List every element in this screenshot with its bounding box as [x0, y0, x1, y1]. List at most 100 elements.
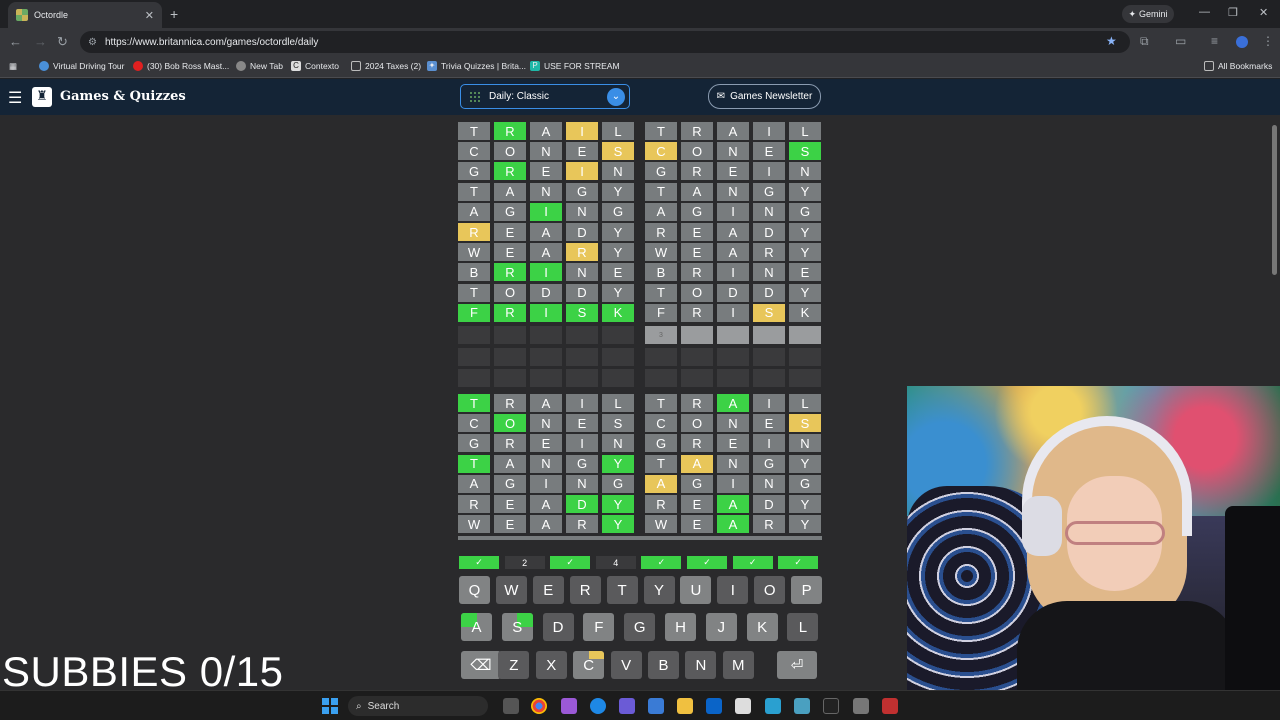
close-tab-icon[interactable]: ✕	[145, 9, 154, 22]
newsletter-button[interactable]: ✉ Games Newsletter	[708, 84, 821, 109]
extensions-icon[interactable]: ⧉	[1140, 34, 1149, 49]
bookmark-folder[interactable]: 2024 Taxes (2)	[351, 61, 421, 71]
forward-icon[interactable]: →	[34, 34, 47, 49]
app-icon[interactable]	[561, 698, 577, 714]
board-status-1[interactable]: ✓	[459, 556, 499, 569]
app-icon[interactable]	[648, 698, 664, 714]
edge-icon[interactable]	[590, 698, 606, 714]
key-h[interactable]: H	[665, 613, 696, 641]
app-icon[interactable]	[853, 698, 869, 714]
game-mode-select[interactable]: Daily: Classic ⌄	[460, 84, 630, 109]
board-1-tile: E	[494, 243, 526, 262]
cast-icon[interactable]: ▭	[1175, 34, 1186, 48]
board-status-8[interactable]: ✓	[778, 556, 819, 569]
bookmark-item[interactable]: C Contexto	[291, 61, 339, 71]
britannica-logo[interactable]: ♜	[32, 87, 52, 107]
menu-kebab-icon[interactable]: ⋮	[1262, 34, 1274, 48]
key-w[interactable]: W	[495, 576, 527, 604]
all-bookmarks-button[interactable]: All Bookmarks	[1204, 61, 1272, 71]
board-1-tile: D	[566, 223, 598, 241]
key-backspace[interactable]: ⌫	[461, 651, 501, 679]
board-1-tile: G	[566, 182, 598, 201]
board-1-tile: R	[494, 263, 526, 282]
app-icon[interactable]	[882, 698, 898, 714]
board-4-tile: T	[645, 454, 677, 473]
key-t[interactable]: T	[606, 576, 638, 604]
profile-avatar[interactable]	[1236, 36, 1248, 48]
key-enter[interactable]: ⏎	[777, 651, 817, 679]
task-view-icon[interactable]	[503, 698, 519, 714]
board-status-7[interactable]: ✓	[732, 556, 773, 569]
key-b[interactable]: B	[648, 651, 679, 679]
minimize-icon[interactable]: —	[1199, 6, 1210, 18]
browser-tab[interactable]: Octordle ✕	[8, 2, 162, 28]
key-a[interactable]: A	[461, 613, 492, 641]
app-icon[interactable]	[765, 698, 781, 714]
site-info-icon[interactable]: ⚙	[88, 37, 97, 48]
bookmark-item[interactable]: (30) Bob Ross Mast...	[133, 61, 229, 71]
key-i[interactable]: I	[717, 576, 749, 604]
reload-icon[interactable]: ↻	[57, 34, 68, 50]
board-status-2[interactable]: 2	[504, 556, 545, 569]
close-window-icon[interactable]: ✕	[1259, 6, 1268, 19]
apps-icon[interactable]: ▦	[9, 61, 17, 72]
key-j[interactable]: J	[705, 613, 737, 641]
key-y[interactable]: Y	[643, 576, 675, 604]
board-1-tile: A	[458, 202, 490, 221]
outlook-icon[interactable]	[706, 698, 722, 714]
key-g[interactable]: G	[624, 613, 656, 641]
shirt	[1017, 601, 1237, 690]
key-u[interactable]: U	[680, 576, 712, 604]
bookmark-item[interactable]: New Tab	[236, 61, 283, 71]
new-tab-button[interactable]: +	[170, 6, 178, 22]
bookmark-item[interactable]: ✦ Trivia Quizzes | Brita...	[427, 61, 526, 71]
browser-tab-strip: Octordle ✕ + ✦ Gemini — ❐ ✕	[0, 0, 1280, 28]
bookmark-star-icon[interactable]: ★	[1106, 34, 1117, 48]
key-d[interactable]: D	[542, 613, 574, 641]
key-c[interactable]: C	[573, 651, 605, 679]
gemini-button[interactable]: ✦ Gemini	[1122, 5, 1174, 23]
empty-tile	[602, 326, 634, 344]
key-x[interactable]: X	[535, 651, 567, 679]
key-f[interactable]: F	[583, 613, 615, 641]
hamburger-menu-icon[interactable]: ☰	[8, 88, 22, 108]
key-o[interactable]: O	[754, 576, 786, 604]
board-status-5[interactable]: ✓	[641, 556, 682, 569]
board-1-tile: E	[530, 162, 562, 181]
scrollbar-thumb[interactable]	[1272, 125, 1277, 275]
store-icon[interactable]	[735, 698, 751, 714]
key-n[interactable]: N	[685, 651, 717, 679]
file-explorer-icon[interactable]	[677, 698, 693, 714]
teams-icon[interactable]	[619, 698, 635, 714]
windows-start-icon[interactable]	[322, 698, 338, 714]
media-icon[interactable]: ≡	[1211, 34, 1218, 48]
board-status-6[interactable]: ✓	[687, 556, 727, 569]
chrome-icon[interactable]	[531, 698, 547, 714]
key-l[interactable]: L	[787, 613, 819, 641]
restore-icon[interactable]: ❐	[1228, 6, 1238, 19]
key-z[interactable]: Z	[498, 651, 530, 679]
empty-tile	[458, 347, 490, 366]
board-4-tile: I	[753, 434, 785, 453]
key-r[interactable]: R	[569, 576, 601, 604]
key-q[interactable]: Q	[459, 576, 490, 604]
key-k[interactable]: K	[746, 613, 778, 641]
back-icon[interactable]: ←	[9, 34, 22, 49]
site-name[interactable]: Games & Quizzes	[60, 89, 186, 104]
key-s[interactable]: S	[501, 613, 533, 641]
key-e[interactable]: E	[532, 576, 564, 604]
bookmark-item[interactable]: P USE FOR STREAM	[530, 61, 620, 71]
stream-overlay-text: SUBBIES 0/15	[2, 648, 284, 695]
board-status-3[interactable]: ✓	[550, 556, 591, 569]
board-status-4[interactable]: 4	[595, 556, 636, 569]
key-p[interactable]: P	[791, 576, 823, 604]
app-icon[interactable]	[823, 698, 839, 714]
board-2-tile: K	[789, 303, 821, 322]
bookmark-label: (30) Bob Ross Mast...	[147, 61, 230, 71]
address-bar[interactable]: ⚙ https://www.britannica.com/games/octor…	[80, 31, 1130, 53]
key-v[interactable]: V	[610, 651, 642, 679]
bookmark-item[interactable]: Virtual Driving Tour	[39, 61, 125, 71]
taskbar-search[interactable]: ⌕ Search	[348, 696, 488, 716]
key-m[interactable]: M	[722, 651, 754, 679]
app-icon[interactable]	[794, 698, 810, 714]
